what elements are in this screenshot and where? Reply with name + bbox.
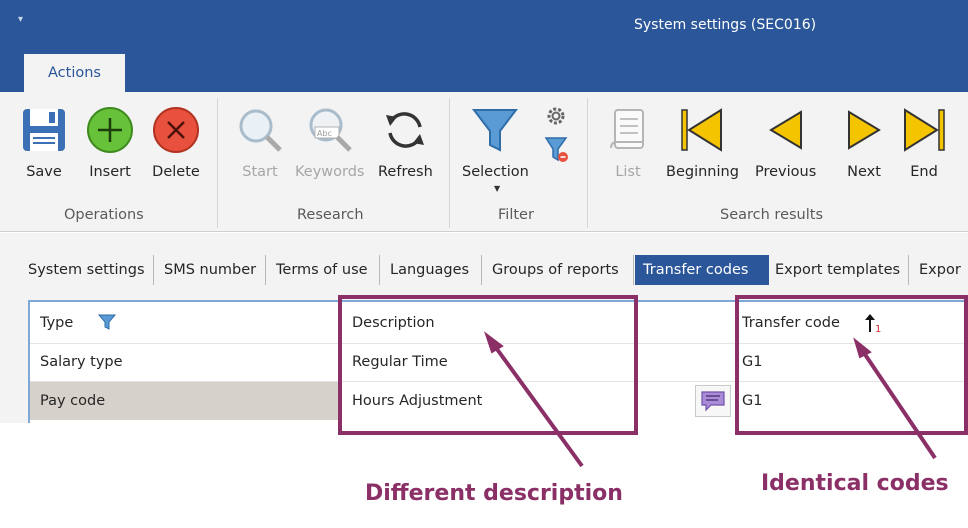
column-filter-icon[interactable] [98,313,116,331]
annotation-identical-codes: Identical codes [761,471,949,496]
highlight-box-description [338,295,638,435]
floppy-disk-icon [18,104,70,156]
next-label: Next [847,164,881,180]
refresh-button[interactable]: Refresh [378,104,433,184]
tab-groups-of-reports[interactable]: Groups of reports [486,255,634,285]
previous-label: Previous [755,164,817,180]
filter-settings-icon[interactable] [544,104,568,128]
window-title: System settings (SEC016) [634,17,817,33]
tab-system-settings[interactable]: System settings [22,255,154,285]
selection-button[interactable]: Selection [462,104,529,184]
tab-export-templates[interactable]: Export templates [769,255,909,285]
keyword-search-icon: Abc [304,104,356,156]
save-button[interactable]: Save [18,104,70,184]
delete-label: Delete [152,164,200,180]
end-button[interactable]: End [898,104,950,184]
group-separator [217,98,218,228]
close-circle-icon [150,104,202,156]
group-label-research: Research [297,207,364,223]
row-2-type[interactable]: Pay code [40,393,105,409]
arrow-left-icon [760,104,812,156]
list-button[interactable]: List [602,104,654,184]
speech-bubble-icon [701,391,725,412]
magnifier-icon [234,104,286,156]
settings-tabs: System settings SMS number Terms of use … [22,255,968,285]
selection-label: Selection [462,164,529,180]
group-separator [449,98,450,228]
title-bar: ▾ System settings (SEC016) Actions [0,0,968,92]
selection-dropdown-icon[interactable]: ▼ [494,184,500,193]
beginning-label: Beginning [666,164,739,180]
next-button[interactable]: Next [838,104,890,184]
skip-to-end-icon [898,104,950,156]
previous-button[interactable]: Previous [755,104,816,184]
arrow-right-icon [838,104,890,156]
group-label-operations: Operations [64,207,144,223]
quick-access-toolbar-icon[interactable]: ▾ [18,14,23,25]
delete-button[interactable]: Delete [150,104,202,184]
group-label-filter: Filter [498,207,534,223]
plus-circle-icon [84,104,136,156]
start-button[interactable]: Start [234,104,286,184]
scroll-list-icon [602,104,654,156]
start-label: Start [242,164,278,180]
annotation-different-description: Different description [365,481,623,506]
comment-button[interactable] [695,385,731,417]
filter-funnel-icon [469,104,521,156]
tab-terms-of-use[interactable]: Terms of use [270,255,380,285]
refresh-icon [379,104,431,156]
group-label-search-results: Search results [720,207,824,223]
clear-filter-icon[interactable] [544,136,570,164]
tab-transfer-codes[interactable]: Transfer codes [635,255,769,285]
save-label: Save [26,164,62,180]
tab-sms-number[interactable]: SMS number [158,255,266,285]
ribbon-tab-actions[interactable]: Actions [24,54,125,92]
group-separator [587,98,588,228]
keywords-button[interactable]: Abc Keywords [295,104,364,184]
tab-export-truncated[interactable]: Expor [913,255,968,285]
keywords-label: Keywords [295,164,365,180]
insert-label: Insert [89,164,131,180]
skip-to-start-icon [676,104,728,156]
beginning-button[interactable]: Beginning [666,104,739,184]
list-label: List [615,164,641,180]
svg-text:Abc: Abc [317,129,332,138]
highlight-box-transfer-code [735,295,968,435]
refresh-label: Refresh [378,164,433,180]
tab-languages[interactable]: Languages [384,255,482,285]
insert-button[interactable]: Insert [84,104,136,184]
column-header-type[interactable]: Type [40,315,73,331]
row-1-type[interactable]: Salary type [40,354,123,370]
end-label: End [910,164,938,180]
